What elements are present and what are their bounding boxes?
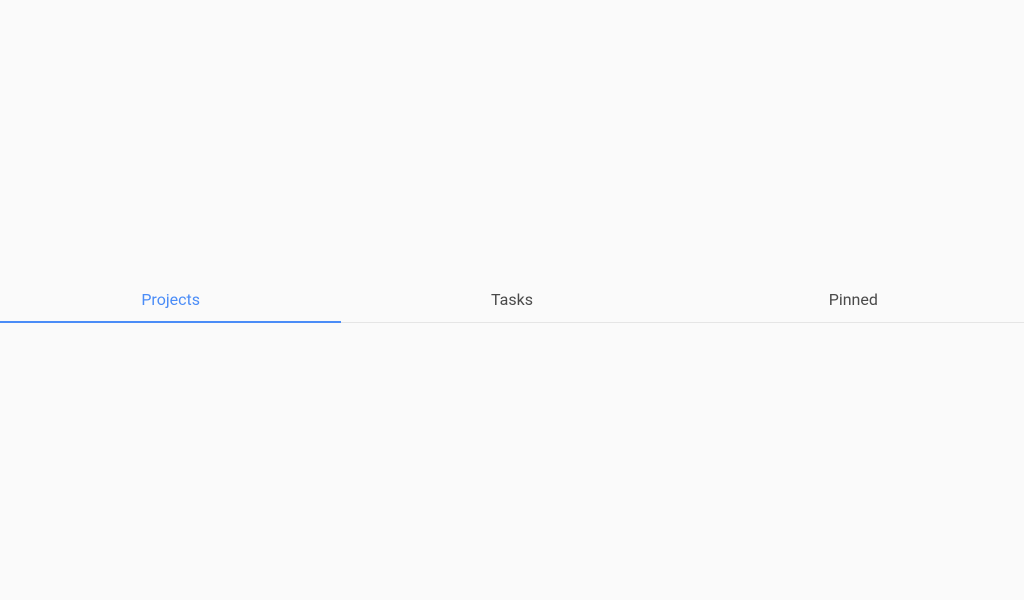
tab-projects[interactable]: Projects — [0, 278, 341, 322]
tab-pinned[interactable]: Pinned — [683, 278, 1024, 322]
tab-bar: Projects Tasks Pinned — [0, 278, 1024, 323]
tab-tasks[interactable]: Tasks — [341, 278, 682, 322]
tab-label: Tasks — [491, 290, 533, 309]
tab-label: Pinned — [829, 290, 878, 309]
tab-label: Projects — [141, 290, 200, 309]
